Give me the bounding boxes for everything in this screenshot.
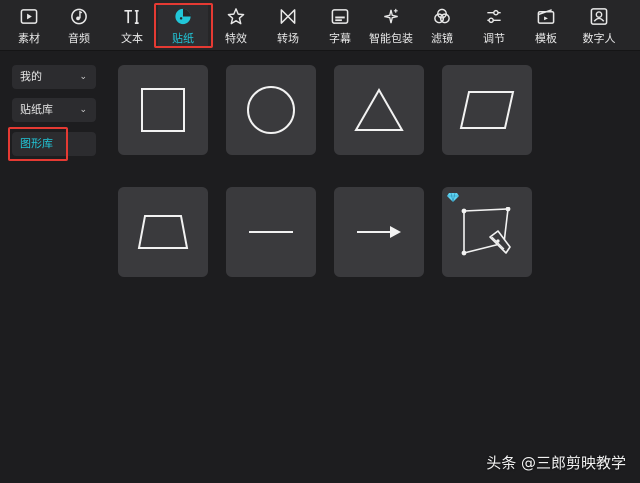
shape-card-parallelogram[interactable] bbox=[442, 65, 532, 155]
filter-icon bbox=[434, 8, 450, 24]
tab-filter[interactable]: 滤镜 bbox=[417, 4, 467, 46]
triangle-shape-icon bbox=[354, 88, 404, 131]
parallelogram-shape-icon bbox=[459, 91, 515, 129]
chevron-down-icon: ⌄ bbox=[79, 105, 87, 115]
tab-media-label: 素材 bbox=[18, 32, 40, 45]
shape-library-highlight bbox=[8, 127, 68, 161]
adjust-sliders-icon bbox=[487, 9, 501, 24]
tab-subtitle-label: 字幕 bbox=[329, 32, 351, 45]
star-effect-icon bbox=[227, 8, 245, 25]
subtitle-icon bbox=[331, 9, 349, 24]
tab-audio-label: 音频 bbox=[68, 32, 90, 45]
shape-card-triangle[interactable] bbox=[334, 65, 424, 155]
music-note-icon bbox=[71, 8, 87, 25]
tab-template[interactable]: 模板 bbox=[521, 4, 571, 46]
template-icon bbox=[537, 9, 555, 24]
media-play-icon bbox=[20, 9, 38, 24]
tab-filter-label: 滤镜 bbox=[431, 32, 453, 45]
tab-effects[interactable]: 特效 bbox=[211, 4, 261, 46]
tab-smart-package[interactable]: 智能包装 bbox=[366, 4, 416, 46]
sparkle-icon bbox=[384, 8, 398, 24]
shape-card-arrow[interactable] bbox=[334, 187, 424, 277]
tab-text[interactable]: 文本 bbox=[107, 4, 157, 46]
tab-digital-human[interactable]: 数字人 bbox=[574, 4, 624, 46]
tab-subtitle[interactable]: 字幕 bbox=[315, 4, 365, 46]
watermark: 头条 @三郎剪映教学 bbox=[486, 454, 626, 472]
tab-transition-label: 转场 bbox=[277, 32, 299, 45]
diamond-premium-icon bbox=[447, 192, 459, 202]
shape-card-line[interactable] bbox=[226, 187, 316, 277]
sidebar-item-mine-label: 我的 bbox=[20, 70, 42, 83]
line-shape-icon bbox=[249, 231, 293, 233]
shape-card-trapezoid[interactable] bbox=[118, 187, 208, 277]
shape-card-circle[interactable] bbox=[226, 65, 316, 155]
digital-human-icon bbox=[590, 8, 608, 25]
chevron-down-icon: ⌄ bbox=[79, 72, 87, 82]
square-shape-icon bbox=[141, 88, 185, 132]
tab-adjust[interactable]: 调节 bbox=[469, 4, 519, 46]
transition-icon bbox=[280, 9, 296, 24]
trapezoid-shape-icon bbox=[137, 215, 189, 249]
tab-media[interactable]: 素材 bbox=[4, 4, 54, 46]
sticker-tab-highlight bbox=[154, 3, 213, 48]
tab-smart-package-label: 智能包装 bbox=[369, 32, 413, 45]
tab-digital-human-label: 数字人 bbox=[582, 32, 616, 45]
tab-audio[interactable]: 音频 bbox=[54, 4, 104, 46]
sidebar-item-mine[interactable]: 我的 ⌄ bbox=[12, 65, 96, 89]
shape-card-square[interactable] bbox=[118, 65, 208, 155]
circle-shape-icon bbox=[247, 86, 295, 134]
top-toolbar: 素材 音频 文本 贴纸 特效 转场 字幕 智能包装 滤镜 调节 模板 数字人 bbox=[0, 0, 640, 51]
tab-effects-label: 特效 bbox=[225, 32, 247, 45]
sidebar-item-sticker-library[interactable]: 贴纸库 ⌄ bbox=[12, 98, 96, 122]
sidebar-item-sticker-library-label: 贴纸库 bbox=[20, 103, 53, 116]
tab-text-label: 文本 bbox=[121, 32, 143, 45]
tab-transition[interactable]: 转场 bbox=[263, 4, 313, 46]
tab-adjust-label: 调节 bbox=[483, 32, 505, 45]
tab-template-label: 模板 bbox=[535, 32, 557, 45]
pen-tool-shape-icon bbox=[461, 207, 511, 256]
arrow-shape-icon bbox=[357, 226, 401, 238]
text-icon bbox=[124, 9, 139, 25]
shape-card-pen-tool[interactable] bbox=[442, 187, 532, 277]
